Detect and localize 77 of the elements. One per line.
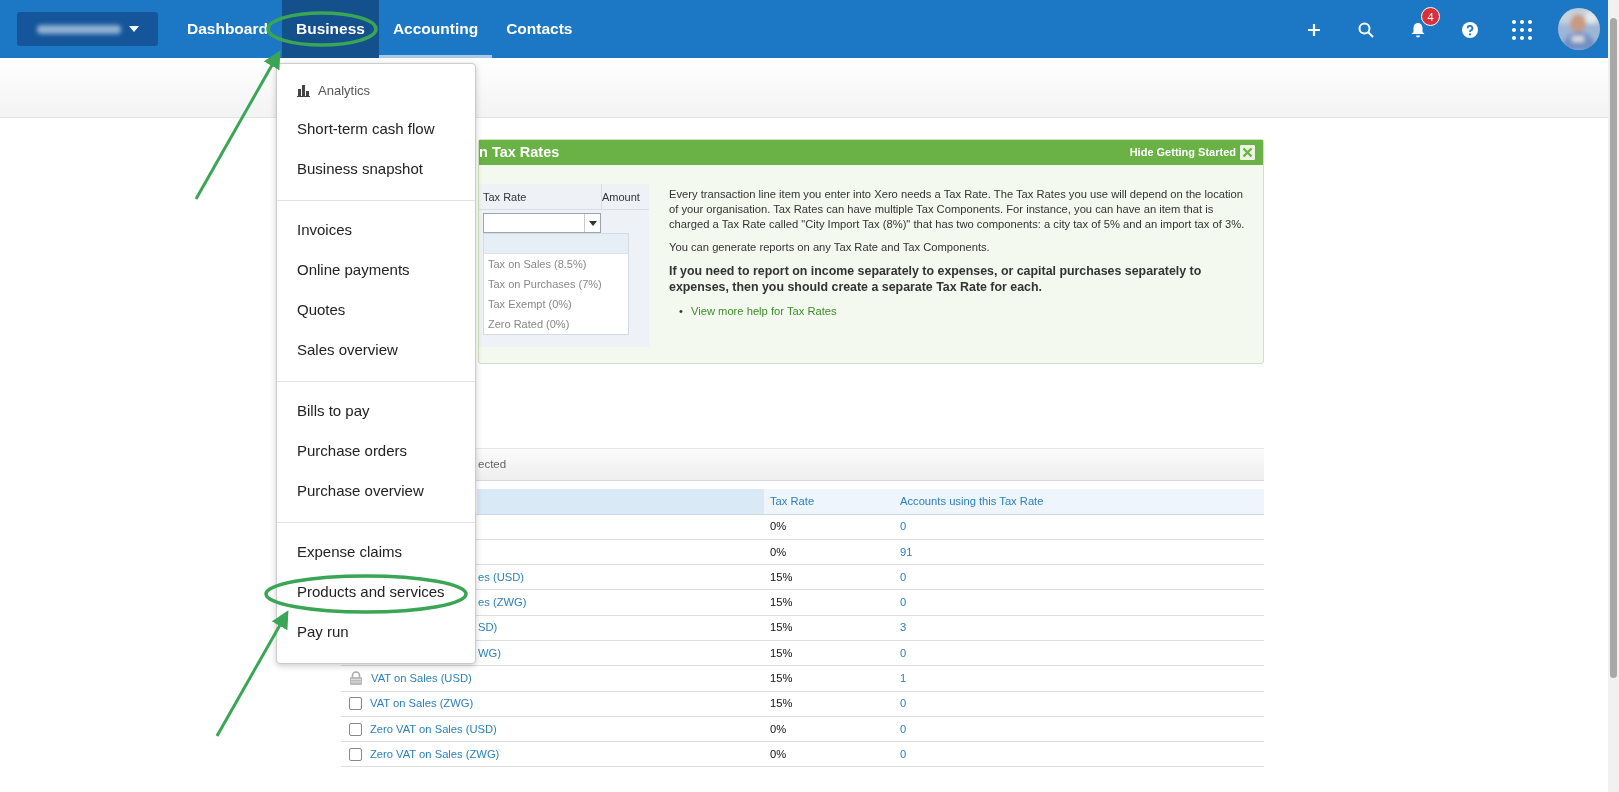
accounts-count-link[interactable]: 0 xyxy=(900,570,907,583)
accounts-count-link[interactable]: 0 xyxy=(900,596,907,609)
tax-rate-name-link[interactable]: es (USD) xyxy=(478,568,524,586)
tax-rate-name-link[interactable]: SD) xyxy=(478,619,498,637)
help-paragraph: You can generate reports on any Tax Rate and Tax Components. xyxy=(669,239,991,255)
nav-tab[interactable]: Dashboard xyxy=(173,0,282,58)
menu-item[interactable]: Bills to pay xyxy=(277,391,475,431)
row-checkbox[interactable] xyxy=(349,697,362,711)
menu-item[interactable]: Online payments xyxy=(277,250,475,290)
scrollbar[interactable] xyxy=(1608,0,1619,792)
row-checkbox[interactable] xyxy=(349,747,362,761)
table-cell: 15% xyxy=(764,640,894,666)
dropdown-option: Tax Exempt (0%) xyxy=(484,294,628,314)
grid-icon xyxy=(1512,19,1532,40)
menu-item[interactable]: Quotes xyxy=(277,290,475,330)
plus-icon xyxy=(1307,22,1321,37)
tax-rate-name-link[interactable]: WG) xyxy=(478,644,501,662)
tax-rate-name-link[interactable]: Zero VAT on Sales (USD) xyxy=(370,720,497,738)
dropdown-caret-icon xyxy=(584,214,600,232)
column-header[interactable]: Accounts using this Tax Rate xyxy=(894,489,1264,514)
help-paragraph: Every transaction line item you enter into Xero needs a Tax Rate. The Tax Rates you use will depend on the location of your organisation. Tax Rates can have multiple Tax Components. For instance, you can have an item that is charged a Tax Rate called "City Import Tax (8%)" that has two components: a city tax of 5% and an import tax of 3%. xyxy=(669,187,1246,232)
accounts-count-link[interactable]: 0 xyxy=(900,520,907,533)
bar-chart-icon xyxy=(297,85,310,97)
dropdown-option: Zero Rated (0%) xyxy=(484,314,628,334)
menu-item[interactable]: Purchase overview xyxy=(277,471,475,511)
column-header[interactable]: Tax Rate xyxy=(764,489,894,514)
hide-getting-started-link[interactable]: Hide Getting Started xyxy=(1129,144,1255,161)
bullet: • xyxy=(679,303,683,319)
help-icon xyxy=(1462,21,1478,38)
nav-tab[interactable]: Contacts xyxy=(492,0,587,58)
table-cell: 0% xyxy=(764,716,894,742)
table-cell: 0% xyxy=(764,539,894,565)
column-header: Amount xyxy=(602,189,640,205)
notifications-button[interactable]: 4 xyxy=(1392,0,1444,58)
table-cell: 15% xyxy=(764,564,894,590)
menu-item[interactable]: Short-term cash flow xyxy=(277,109,475,149)
menu-item[interactable]: Invoices xyxy=(277,210,475,250)
accounts-count-link[interactable]: 0 xyxy=(900,747,907,760)
close-icon xyxy=(1240,145,1255,160)
accounts-count-link[interactable]: 1 xyxy=(900,672,907,685)
row-checkbox[interactable] xyxy=(349,722,362,736)
column-header: Tax Rate xyxy=(479,183,602,210)
table-cell: 0% xyxy=(764,741,894,767)
menu-item[interactable]: Products and services xyxy=(277,572,475,612)
notification-count: 4 xyxy=(1421,7,1440,26)
table-cell: 15% xyxy=(764,615,894,641)
dropdown-option: Tax on Sales (8.5%) xyxy=(484,254,628,274)
accounts-count-link[interactable]: 0 xyxy=(900,646,907,659)
table-cell: 15% xyxy=(764,691,894,717)
tax-rate-name-link[interactable]: Zero VAT on Sales (ZWG) xyxy=(370,745,500,763)
help-link[interactable]: View more help for Tax Rates xyxy=(690,303,837,319)
tax-rate-name-link[interactable]: VAT on Sales (USD) xyxy=(371,670,472,687)
toolbar-text: ected xyxy=(478,456,507,472)
accounts-count-link[interactable]: 91 xyxy=(900,545,913,558)
table-cell: 15% xyxy=(764,665,894,692)
scrollbar-thumb[interactable] xyxy=(1610,18,1617,678)
menu-item[interactable]: Sales overview xyxy=(277,330,475,370)
menu-item[interactable]: Pay run xyxy=(277,612,475,652)
accounts-count-link[interactable]: 0 xyxy=(900,722,907,735)
menu-item[interactable]: Expense claims xyxy=(277,532,475,572)
help-paragraph: If you need to report on income separately to expenses, or capital purchases separately to expenses, then you should create a separate Tax Rate for each. xyxy=(669,262,1203,296)
tax-rate-name-link[interactable]: es (ZWG) xyxy=(478,594,527,611)
tax-rate-name-link[interactable]: VAT on Sales (ZWG) xyxy=(370,695,474,713)
bell-icon xyxy=(1410,21,1426,38)
table-cell: 15% xyxy=(764,589,894,616)
lock-icon xyxy=(349,671,363,686)
panel-title: n Tax Rates xyxy=(479,142,560,162)
menu-item[interactable]: Business snapshot xyxy=(277,149,475,189)
table-cell: 0% xyxy=(764,514,894,540)
accounts-count-link[interactable]: 3 xyxy=(900,621,907,634)
accounts-count-link[interactable]: 0 xyxy=(900,697,907,710)
caret-icon xyxy=(128,26,139,32)
organisation-switcher[interactable] xyxy=(17,12,158,46)
menu-item[interactable]: Purchase orders xyxy=(277,431,475,471)
dropdown-option: Tax on Purchases (7%) xyxy=(484,274,628,294)
menu-heading-text: Analytics xyxy=(318,82,371,101)
search-icon xyxy=(1358,21,1374,38)
